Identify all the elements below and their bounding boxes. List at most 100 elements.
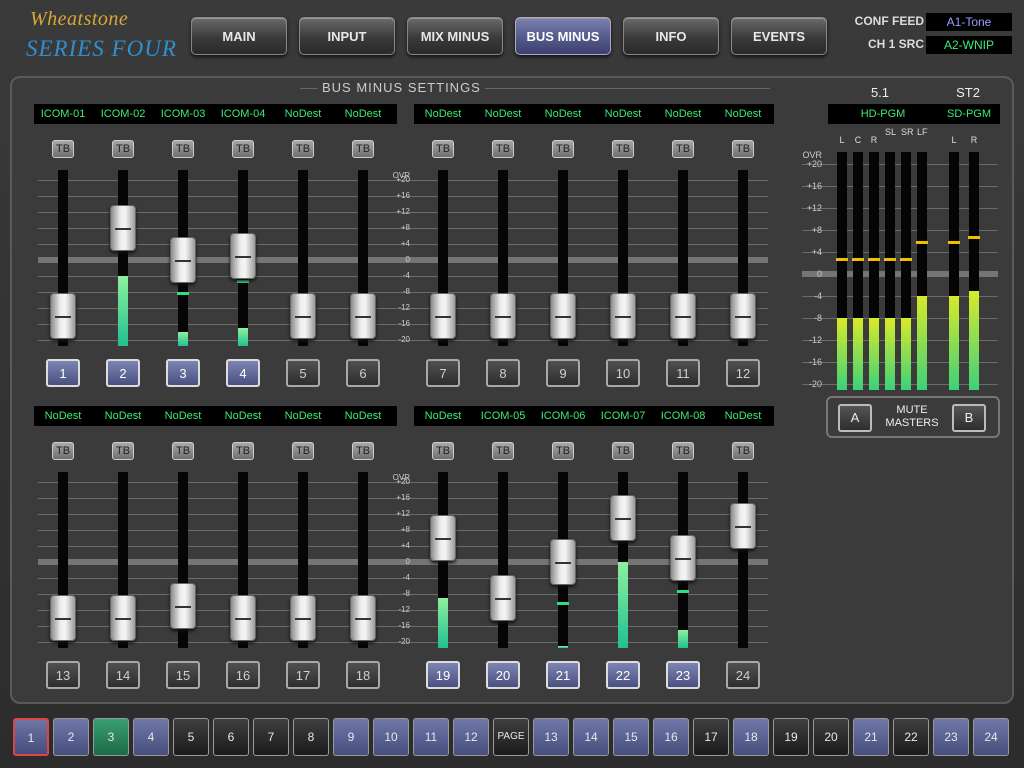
talkback-button-7[interactable]: TB: [432, 140, 454, 158]
channel-dest-13[interactable]: NoDest: [33, 406, 93, 426]
fader-knob-20[interactable]: [490, 575, 516, 621]
talkback-button-22[interactable]: TB: [612, 442, 634, 460]
channel-button-12[interactable]: 12: [726, 359, 760, 387]
talkback-button-6[interactable]: TB: [352, 140, 374, 158]
channel-dest-11[interactable]: NoDest: [653, 104, 713, 124]
fader-knob-18[interactable]: [350, 595, 376, 641]
talkback-button-1[interactable]: TB: [52, 140, 74, 158]
ch1-src-value[interactable]: A2-WNIP: [926, 36, 1012, 54]
nav-tab-info[interactable]: INFO: [623, 17, 719, 55]
channel-button-1[interactable]: 1: [46, 359, 80, 387]
talkback-button-20[interactable]: TB: [492, 442, 514, 460]
talkback-button-12[interactable]: TB: [732, 140, 754, 158]
fader-knob-22[interactable]: [610, 495, 636, 541]
page-strip-button-19[interactable]: 19: [773, 718, 809, 756]
talkback-button-3[interactable]: TB: [172, 140, 194, 158]
channel-button-23[interactable]: 23: [666, 661, 700, 689]
fader-knob-24[interactable]: [730, 503, 756, 549]
channel-button-14[interactable]: 14: [106, 661, 140, 689]
talkback-button-10[interactable]: TB: [612, 140, 634, 158]
nav-tab-events[interactable]: EVENTS: [731, 17, 827, 55]
channel-dest-3[interactable]: ICOM-03: [153, 104, 213, 124]
channel-button-19[interactable]: 19: [426, 661, 460, 689]
master-dest-2[interactable]: SD-PGM: [939, 104, 999, 124]
fader-knob-5[interactable]: [290, 293, 316, 339]
channel-button-17[interactable]: 17: [286, 661, 320, 689]
talkback-button-15[interactable]: TB: [172, 442, 194, 460]
channel-dest-2[interactable]: ICOM-02: [93, 104, 153, 124]
nav-tab-input[interactable]: INPUT: [299, 17, 395, 55]
page-strip-button-24[interactable]: 24: [973, 718, 1009, 756]
page-strip-button-4[interactable]: 4: [133, 718, 169, 756]
channel-dest-5[interactable]: NoDest: [273, 104, 333, 124]
channel-dest-10[interactable]: NoDest: [593, 104, 653, 124]
talkback-button-19[interactable]: TB: [432, 442, 454, 460]
channel-button-16[interactable]: 16: [226, 661, 260, 689]
channel-dest-19[interactable]: NoDest: [413, 406, 473, 426]
talkback-button-4[interactable]: TB: [232, 140, 254, 158]
channel-dest-6[interactable]: NoDest: [333, 104, 393, 124]
channel-button-15[interactable]: 15: [166, 661, 200, 689]
channel-dest-17[interactable]: NoDest: [273, 406, 333, 426]
fader-knob-10[interactable]: [610, 293, 636, 339]
channel-button-18[interactable]: 18: [346, 661, 380, 689]
channel-button-8[interactable]: 8: [486, 359, 520, 387]
fader-knob-9[interactable]: [550, 293, 576, 339]
page-strip-button-22[interactable]: 22: [893, 718, 929, 756]
talkback-button-13[interactable]: TB: [52, 442, 74, 460]
channel-button-10[interactable]: 10: [606, 359, 640, 387]
channel-dest-9[interactable]: NoDest: [533, 104, 593, 124]
channel-dest-1[interactable]: ICOM-01: [33, 104, 93, 124]
fader-knob-4[interactable]: [230, 233, 256, 279]
channel-button-22[interactable]: 22: [606, 661, 640, 689]
fader-knob-1[interactable]: [50, 293, 76, 339]
channel-dest-22[interactable]: ICOM-07: [593, 406, 653, 426]
page-strip-button-12[interactable]: 12: [453, 718, 489, 756]
fader-knob-15[interactable]: [170, 583, 196, 629]
page-strip-button-6[interactable]: 6: [213, 718, 249, 756]
channel-button-13[interactable]: 13: [46, 661, 80, 689]
mute-b-button[interactable]: B: [952, 404, 986, 432]
page-strip-button-8[interactable]: 8: [293, 718, 329, 756]
fader-knob-7[interactable]: [430, 293, 456, 339]
fader-knob-19[interactable]: [430, 515, 456, 561]
channel-dest-21[interactable]: ICOM-06: [533, 406, 593, 426]
fader-knob-16[interactable]: [230, 595, 256, 641]
nav-tab-bus-minus[interactable]: BUS MINUS: [515, 17, 611, 55]
channel-button-2[interactable]: 2: [106, 359, 140, 387]
talkback-button-11[interactable]: TB: [672, 140, 694, 158]
page-strip-button-5[interactable]: 5: [173, 718, 209, 756]
page-strip-button-7[interactable]: 7: [253, 718, 289, 756]
page-strip-button-1[interactable]: 1: [13, 718, 49, 756]
talkback-button-24[interactable]: TB: [732, 442, 754, 460]
fader-knob-17[interactable]: [290, 595, 316, 641]
channel-button-9[interactable]: 9: [546, 359, 580, 387]
fader-knob-3[interactable]: [170, 237, 196, 283]
talkback-button-5[interactable]: TB: [292, 140, 314, 158]
channel-dest-18[interactable]: NoDest: [333, 406, 393, 426]
channel-dest-23[interactable]: ICOM-08: [653, 406, 713, 426]
channel-button-24[interactable]: 24: [726, 661, 760, 689]
page-strip-button-16[interactable]: 16: [653, 718, 689, 756]
page-strip-button-3[interactable]: 3: [93, 718, 129, 756]
channel-button-20[interactable]: 20: [486, 661, 520, 689]
channel-button-5[interactable]: 5: [286, 359, 320, 387]
channel-button-11[interactable]: 11: [666, 359, 700, 387]
page-strip-button-21[interactable]: 21: [853, 718, 889, 756]
channel-dest-8[interactable]: NoDest: [473, 104, 533, 124]
channel-dest-7[interactable]: NoDest: [413, 104, 473, 124]
page-strip-button-20[interactable]: 20: [813, 718, 849, 756]
fader-knob-6[interactable]: [350, 293, 376, 339]
fader-knob-21[interactable]: [550, 539, 576, 585]
channel-button-6[interactable]: 6: [346, 359, 380, 387]
channel-dest-14[interactable]: NoDest: [93, 406, 153, 426]
channel-dest-20[interactable]: ICOM-05: [473, 406, 533, 426]
talkback-button-17[interactable]: TB: [292, 442, 314, 460]
page-strip-button-17[interactable]: 17: [693, 718, 729, 756]
channel-dest-16[interactable]: NoDest: [213, 406, 273, 426]
channel-button-21[interactable]: 21: [546, 661, 580, 689]
fader-knob-14[interactable]: [110, 595, 136, 641]
page-strip-button-13[interactable]: 13: [533, 718, 569, 756]
page-strip-button-23[interactable]: 23: [933, 718, 969, 756]
page-button[interactable]: PAGE: [493, 718, 529, 756]
